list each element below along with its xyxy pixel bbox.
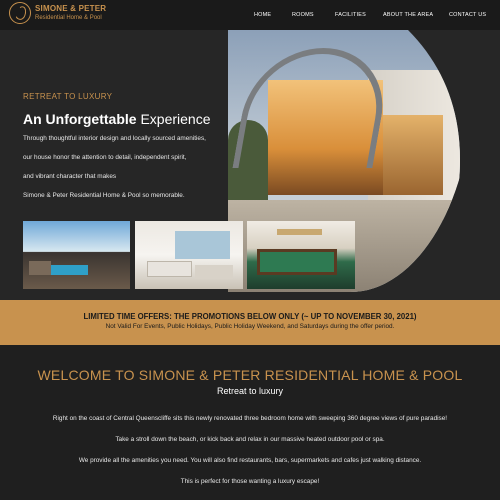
promo-banner: LIMITED TIME OFFERS: THE PROMOTIONS BELO… [0,300,500,345]
gallery-thumb-billiards[interactable] [247,221,355,289]
logo-icon [9,2,31,24]
welcome-paragraph: We provide all the amenities you need. Y… [78,456,422,464]
logo[interactable]: SIMONE & PETER Residential Home & Pool [9,2,106,24]
welcome-section: WELCOME TO SIMONE & PETER RESIDENTIAL HO… [0,345,500,500]
welcome-paragraph: Take a stroll down the beach, or kick ba… [115,435,385,443]
gallery-thumb-living-room[interactable] [135,221,243,289]
nav-home[interactable]: HOME [254,12,271,18]
nav-contact-us[interactable]: CONTACT US [449,12,486,18]
hero-headline: An Unforgettable Experience [23,111,211,127]
promo-title: LIMITED TIME OFFERS: THE PROMOTIONS BELO… [83,312,417,321]
welcome-subtitle: Retreat to luxury [216,386,284,396]
gallery-thumb-pool[interactable] [23,221,130,289]
hero-text: RETREAT TO LUXURY An Unforgettable Exper… [23,92,233,199]
hero-eyebrow: RETREAT TO LUXURY [23,92,113,101]
hero-line: Simone & Peter Residential Home & Pool s… [23,192,185,199]
nav-facilities[interactable]: FACILITIES [335,12,366,18]
hero-line: Through thoughtful interior design and l… [23,135,206,142]
welcome-paragraph: This is perfect for those wanting a luxu… [180,477,320,485]
nav-about-the-area[interactable]: ABOUT THE AREA [383,12,433,18]
hero-line: our house honor the attention to detail,… [23,154,187,161]
logo-subtitle: Residential Home & Pool [35,15,102,21]
welcome-paragraph: Right on the coast of Central Queensclif… [52,415,448,422]
nav-rooms[interactable]: ROOMS [292,12,314,18]
site-header: SIMONE & PETER Residential Home & Pool H… [0,0,500,30]
hero-section: RETREAT TO LUXURY An Unforgettable Exper… [0,30,500,300]
promo-subtitle: Not Valid For Events, Public Holidays, P… [105,323,395,330]
hero-line: and vibrant character that makes [23,173,117,180]
logo-title: SIMONE & PETER [35,4,107,13]
welcome-title: WELCOME TO SIMONE & PETER RESIDENTIAL HO… [37,367,463,383]
